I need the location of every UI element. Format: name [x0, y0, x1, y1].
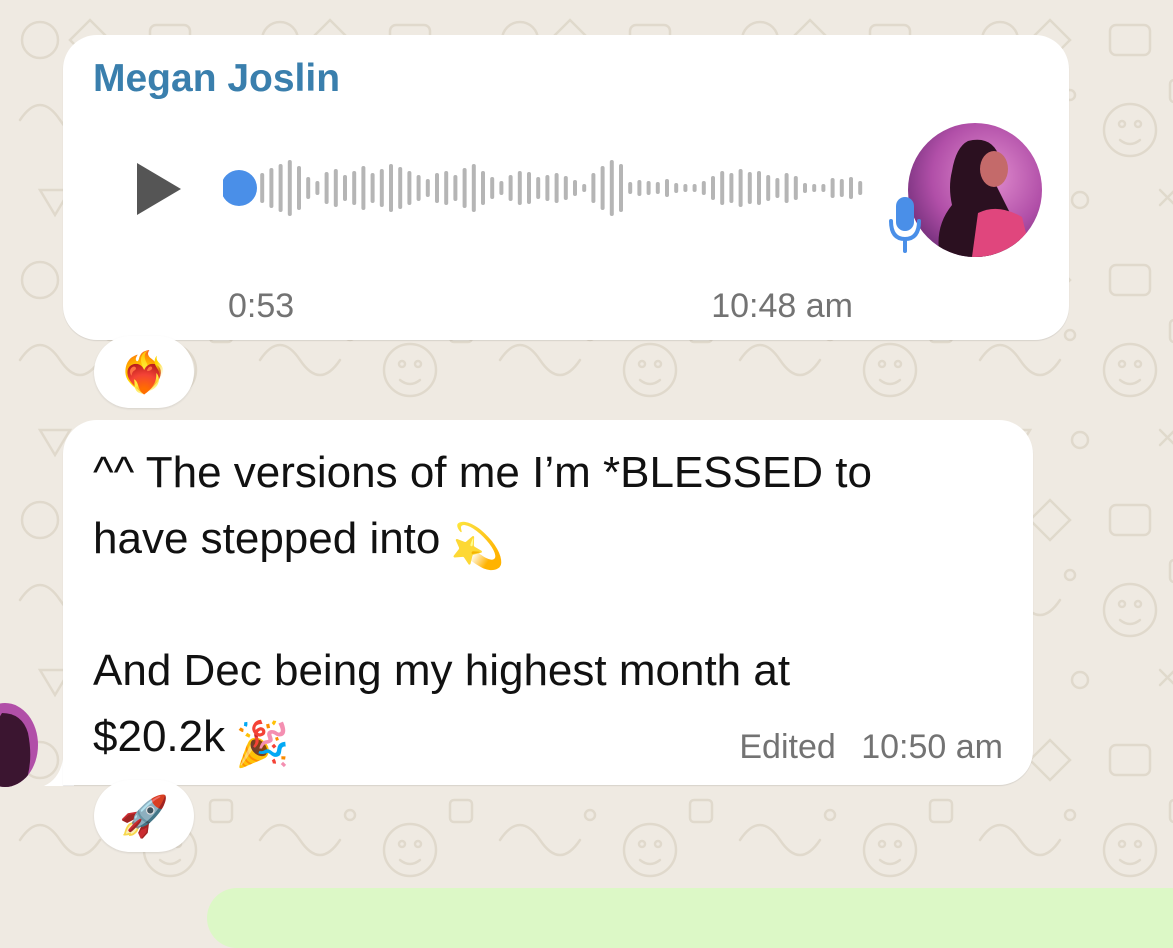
reaction-heart-on-fire[interactable]: ❤️‍🔥	[94, 336, 194, 408]
message-line: ^^ The versions of me I’m *BLESSED to	[93, 448, 873, 497]
message-text[interactable]: ^^ The versions of me I’m *BLESSED to ha…	[93, 440, 1013, 770]
message-time: 10:50 am	[861, 728, 1003, 766]
microphone-icon	[889, 197, 921, 253]
message-line-text: have stepped into	[93, 514, 441, 563]
playback-position-dot[interactable]	[223, 170, 257, 206]
edited-label: Edited	[739, 728, 836, 766]
message-line-text: $20.2k	[93, 712, 226, 761]
message-line	[93, 572, 1013, 638]
sender-avatar[interactable]	[908, 123, 1042, 257]
dizzy-emoji: 💫	[450, 522, 506, 571]
voice-waveform[interactable]	[223, 153, 863, 223]
message-time: 10:48 am	[711, 287, 853, 325]
message-meta: Edited 10:50 am	[739, 728, 1003, 767]
message-line: And Dec being my highest month at	[93, 646, 791, 695]
sender-name[interactable]: Megan Joslin	[93, 57, 340, 101]
play-icon[interactable]	[129, 159, 189, 219]
text-message-bubble: ^^ The versions of me I’m *BLESSED to ha…	[63, 420, 1033, 785]
voice-message-bubble: Megan Joslin 0:53 10:48 am	[63, 35, 1069, 340]
party-popper-emoji: 🎉	[235, 720, 290, 769]
reaction-rocket[interactable]: 🚀	[94, 780, 194, 852]
next-message-bubble	[207, 888, 1173, 948]
voice-duration: 0:53	[228, 287, 295, 325]
message-line: have stepped into 💫	[93, 506, 1013, 572]
